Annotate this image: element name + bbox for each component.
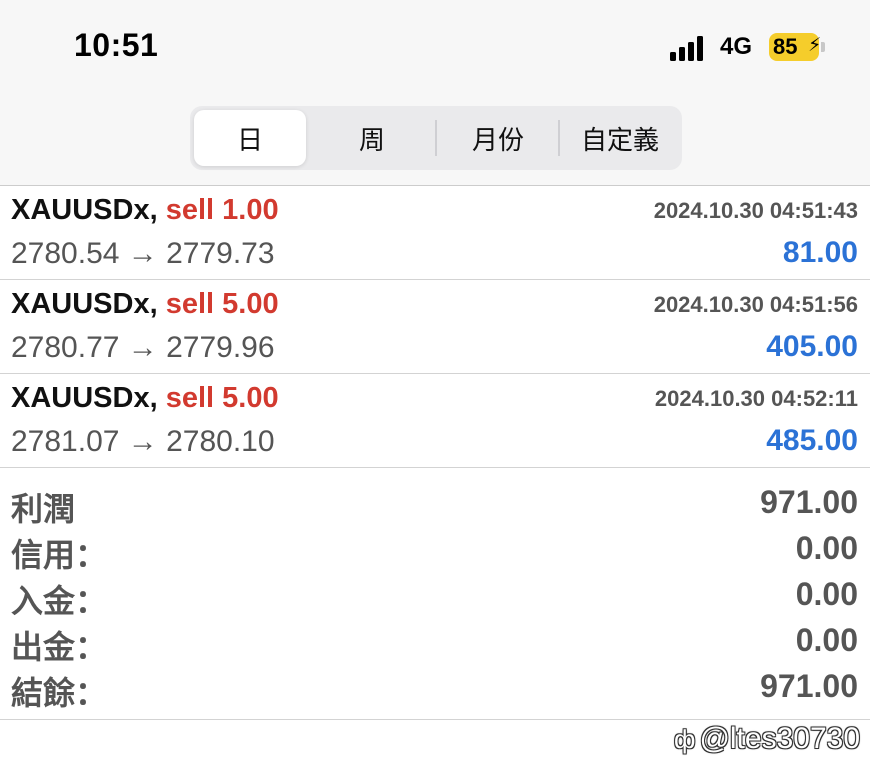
summary-label: 利潤 [11, 491, 76, 527]
trade-timestamp: 2024.10.30 04:52:11 [654, 386, 858, 411]
trade-profit: 405.00 [766, 330, 858, 363]
summary-label: 出金： [11, 629, 108, 665]
summary-value: 971.00 [760, 484, 858, 520]
status-bar: 10:51 4G 85 ⚡ [0, 0, 870, 96]
tab-week[interactable]: 周 [312, 106, 432, 170]
clock-time: 10:51 [74, 27, 159, 63]
divider [0, 467, 870, 468]
summary-row-withdrawal: 出金： 0.00 [0, 622, 870, 668]
trade-symbol: XAUUSDx, sell 1.00 [11, 194, 279, 227]
trade-prices: 2780.77 → 2779.96 [11, 331, 275, 364]
trade-symbol: XAUUSDx, sell 5.00 [11, 288, 279, 321]
tab-custom[interactable]: 自定義 [562, 106, 678, 170]
tab-month[interactable]: 月份 [438, 106, 558, 170]
trade-profit: 81.00 [782, 236, 858, 269]
summary-row-balance: 結餘： 971.00 [0, 668, 870, 714]
summary-value: 0.00 [795, 530, 858, 566]
trade-row[interactable]: XAUUSDx, sell 5.00 2024.10.30 04:51:56 2… [0, 280, 870, 374]
trade-row[interactable]: XAUUSDx, sell 5.00 2024.10.30 04:52:11 2… [0, 374, 870, 468]
trade-symbol: XAUUSDx, sell 5.00 [11, 382, 279, 415]
trade-profit: 485.00 [766, 424, 858, 457]
tab-day[interactable]: 日 [194, 110, 306, 166]
symbol-text: XAUUSDx, [11, 288, 158, 320]
trade-side: sell 1.00 [165, 194, 279, 226]
trade-prices: 2781.07 → 2780.10 [11, 425, 275, 458]
watermark: ф @ltes30730 [674, 722, 860, 756]
summary-value: 971.00 [760, 668, 858, 704]
trade-timestamp: 2024.10.30 04:51:56 [653, 292, 858, 317]
period-segmented-control: 日 周 月份 自定義 [190, 106, 682, 170]
trade-side: sell 5.00 [165, 288, 279, 320]
summary-row-credit: 信用： 0.00 [0, 530, 870, 576]
summary-value: 0.00 [795, 622, 858, 658]
watermark-text: @ltes30730 [699, 722, 860, 755]
summary-row-deposit: 入金： 0.00 [0, 576, 870, 622]
summary-label: 結餘： [11, 675, 108, 711]
period-tabs-area: 日 周 月份 自定義 [0, 96, 870, 185]
summary-row-profit: 利潤 971.00 [0, 484, 870, 530]
battery-cap [821, 42, 825, 52]
summary-label: 入金： [11, 583, 108, 619]
symbol-text: XAUUSDx, [11, 194, 158, 226]
cellular-signal-icon [670, 35, 710, 61]
network-type: 4G [720, 33, 753, 60]
trade-row[interactable]: XAUUSDx, sell 1.00 2024.10.30 04:51:43 2… [0, 186, 870, 280]
summary-label: 信用： [11, 537, 108, 573]
zhihu-logo-icon: ф [674, 723, 696, 754]
battery-icon: 85 ⚡ [769, 33, 822, 61]
tab-separator [435, 120, 437, 156]
charging-bolt-icon: ⚡ [808, 35, 822, 56]
trade-timestamp: 2024.10.30 04:51:43 [653, 198, 858, 223]
tab-separator [558, 120, 560, 156]
trade-side: sell 5.00 [165, 382, 279, 414]
battery-level: 85 [773, 34, 798, 59]
summary-value: 0.00 [795, 576, 858, 612]
trade-prices: 2780.54 → 2779.73 [11, 237, 275, 270]
symbol-text: XAUUSDx, [11, 382, 158, 414]
divider [0, 719, 870, 720]
